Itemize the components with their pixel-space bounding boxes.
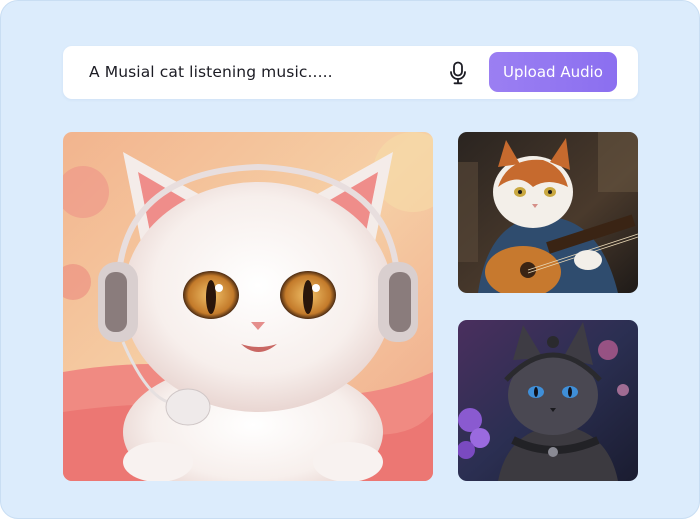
prompt-input[interactable]: A Musial cat listening music..... bbox=[89, 46, 333, 99]
image-white-kitten-headphones[interactable] bbox=[63, 132, 433, 481]
microphone-icon[interactable] bbox=[448, 61, 468, 85]
prompt-bar: A Musial cat listening music..... Upload… bbox=[63, 46, 638, 99]
image-cat-guitar[interactable] bbox=[458, 132, 638, 293]
image-dark-cat-flowers[interactable] bbox=[458, 320, 638, 481]
app-frame: A Musial cat listening music..... Upload… bbox=[0, 0, 700, 519]
upload-audio-button[interactable]: Upload Audio bbox=[489, 52, 617, 92]
